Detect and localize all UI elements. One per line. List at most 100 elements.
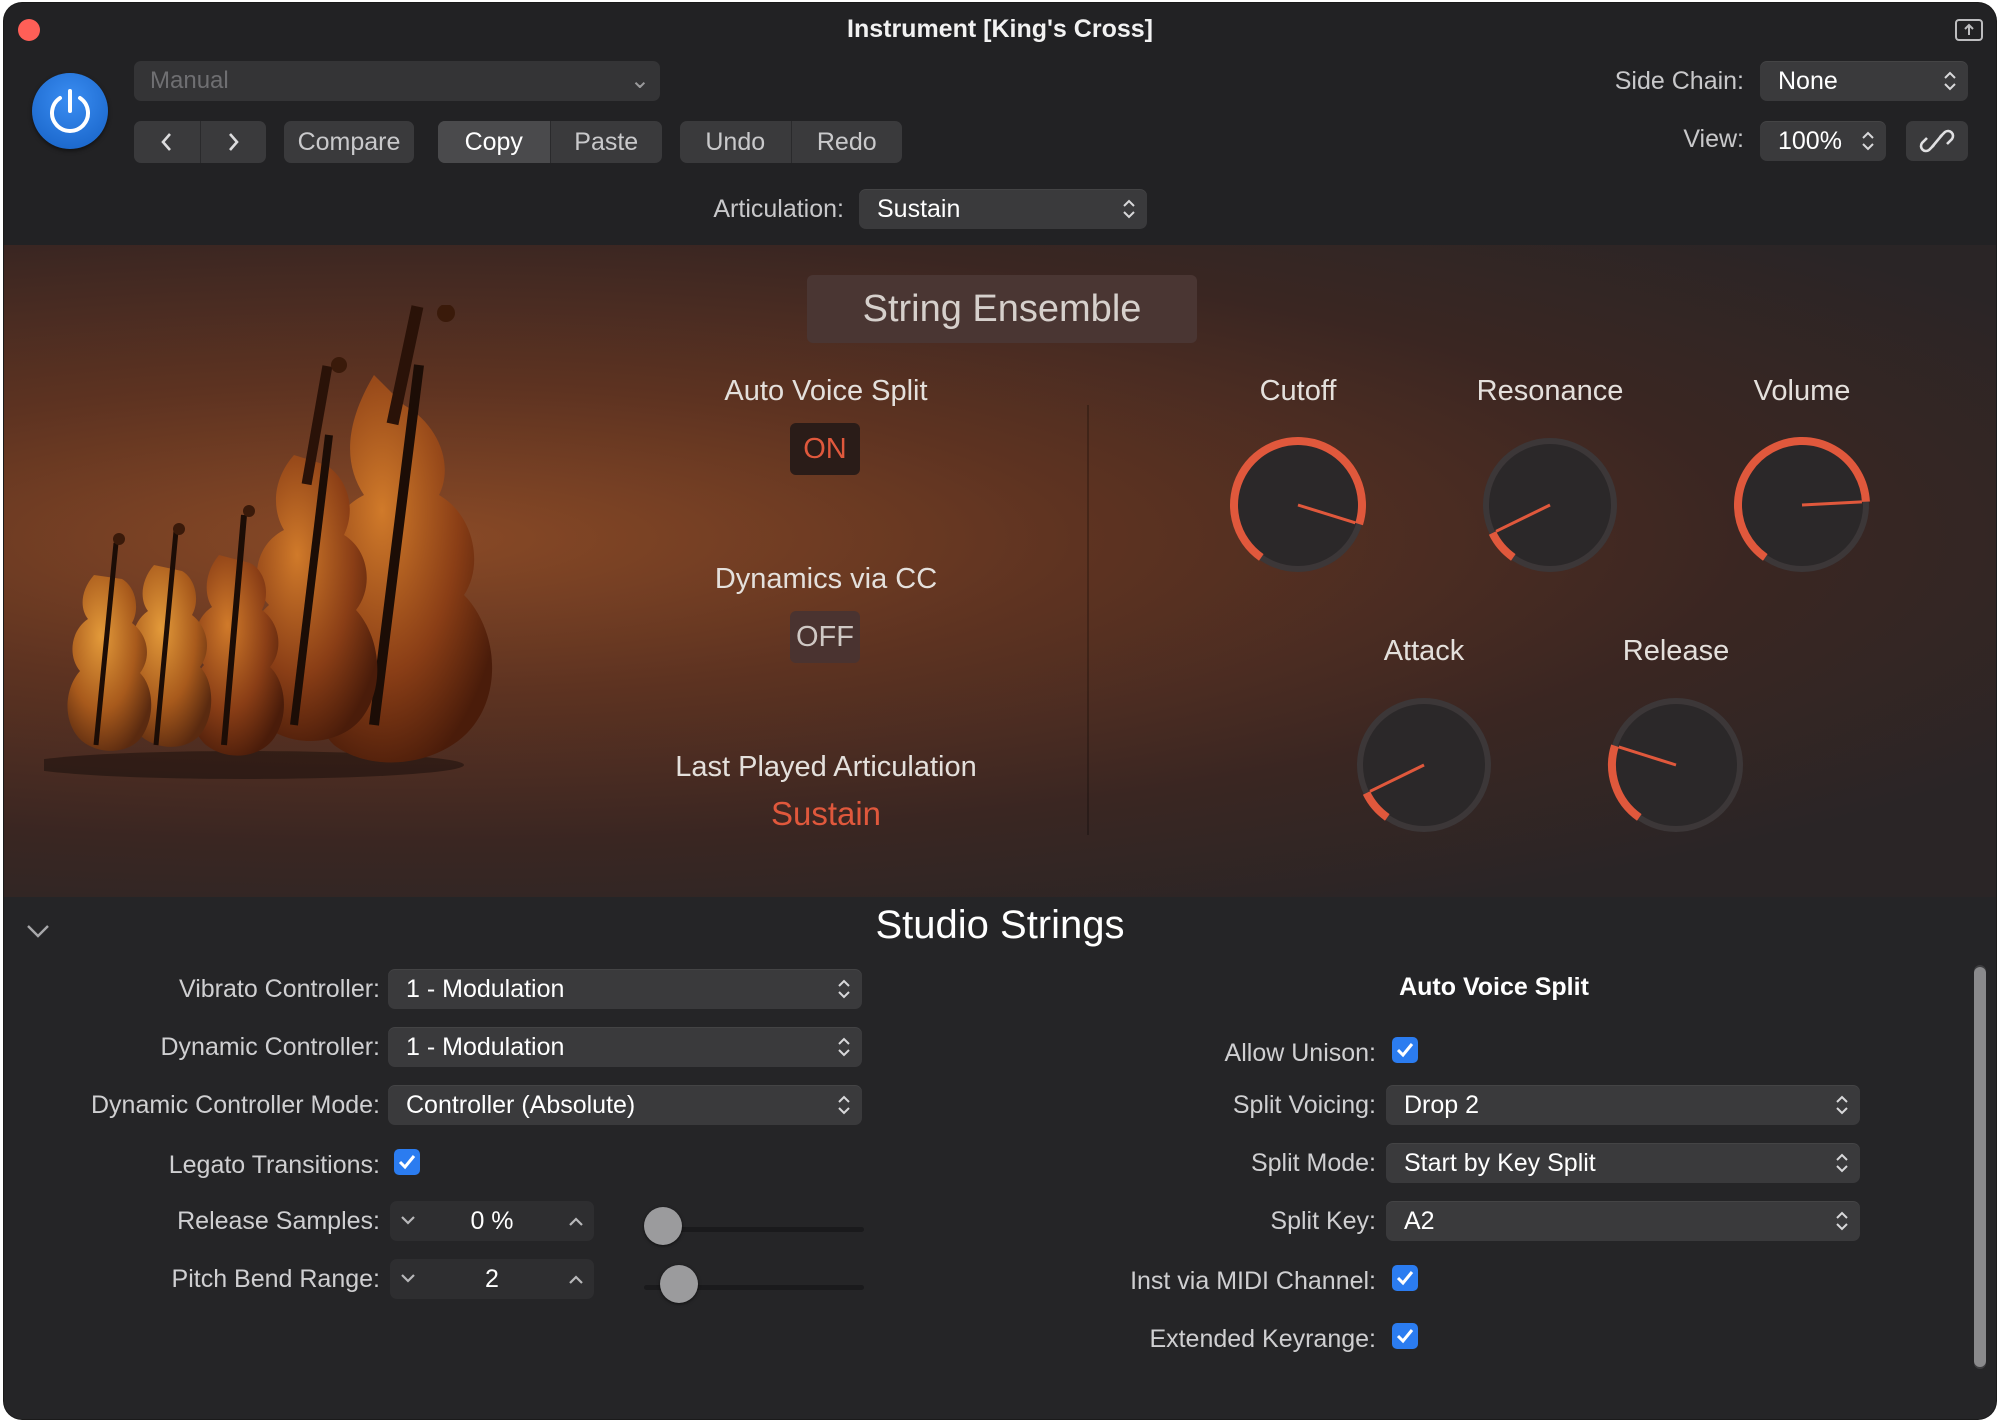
preset-nav (134, 121, 266, 163)
checkmark-icon (1396, 1271, 1414, 1286)
checkmark-icon (1396, 1043, 1414, 1058)
view-zoom-value: 100% (1778, 127, 1842, 155)
undo-button[interactable]: Undo (680, 121, 792, 163)
vibrato-controller-value: 1 - Modulation (406, 975, 565, 1003)
power-button[interactable] (32, 73, 108, 149)
split-voicing-menu[interactable]: Drop 2 (1386, 1085, 1860, 1125)
split-mode-label: Split Mode: (1250, 1149, 1376, 1177)
volume-knob[interactable] (1722, 425, 1882, 585)
split-voicing-value: Drop 2 (1404, 1091, 1480, 1119)
section-title: Studio Strings (875, 903, 1125, 947)
articulation-value: Sustain (877, 195, 961, 223)
redo-button[interactable]: Redo (792, 121, 903, 163)
split-key-value: A2 (1404, 1207, 1435, 1235)
resonance-knob[interactable] (1470, 425, 1630, 585)
auto-voice-split-toggle[interactable]: ON (790, 423, 860, 475)
chevron-up-icon[interactable] (566, 1271, 586, 1287)
link-icon (1919, 129, 1955, 153)
string-instruments-image (44, 305, 493, 779)
split-voicing-label: Split Voicing: (1232, 1091, 1376, 1119)
pitch-bend-range-value: 2 (485, 1265, 499, 1293)
inst-via-midi-channel-checkbox[interactable] (1392, 1265, 1418, 1291)
dynamic-controller-mode-label: Dynamic Controller Mode: (91, 1091, 380, 1119)
side-chain-menu[interactable]: None (1760, 61, 1968, 101)
studio-strings-settings: Studio Strings Vibrato Controller: 1 - M… (4, 897, 1996, 1419)
copy-button[interactable]: Copy (438, 121, 551, 163)
volume-label: Volume (1753, 375, 1851, 407)
dynamics-via-cc-toggle[interactable]: OFF (790, 611, 860, 663)
dynamic-controller-menu[interactable]: 1 - Modulation (388, 1027, 862, 1067)
articulation-label: Articulation: (713, 195, 844, 223)
vibrato-controller-menu[interactable]: 1 - Modulation (388, 969, 862, 1009)
chevron-up-icon[interactable] (566, 1213, 586, 1229)
split-mode-value: Start by Key Split (1404, 1149, 1596, 1177)
auto-voice-split-label: Auto Voice Split (724, 375, 928, 407)
updown-icon (1836, 1153, 1848, 1173)
auto-voice-split-section-title: Auto Voice Split (1399, 973, 1589, 1001)
window-title: Instrument [King's Cross] (847, 15, 1153, 43)
cutoff-knob[interactable] (1218, 425, 1378, 585)
side-chain-label: Side Chain: (1614, 67, 1744, 95)
updown-icon (838, 1095, 850, 1115)
instrument-panel: String Ensemble Auto Voice Split ON Dyna… (4, 245, 1996, 897)
release-knob[interactable] (1596, 685, 1756, 845)
resonance-label: Resonance (1476, 375, 1624, 407)
undo-redo-group: Undo Redo (680, 121, 902, 163)
compare-group: Compare (284, 121, 414, 163)
dynamic-controller-mode-menu[interactable]: Controller (Absolute) (388, 1085, 862, 1125)
release-samples-label: Release Samples: (177, 1207, 380, 1235)
attack-label: Attack (1383, 635, 1465, 667)
dynamic-controller-label: Dynamic Controller: (160, 1033, 380, 1061)
articulation-menu[interactable]: Sustain (859, 189, 1147, 229)
next-preset-button[interactable] (201, 121, 267, 163)
release-samples-slider-thumb[interactable] (644, 1207, 682, 1245)
pitch-bend-range-slider-thumb[interactable] (660, 1265, 699, 1303)
updown-icon (1836, 1211, 1848, 1231)
extended-keyrange-checkbox[interactable] (1392, 1323, 1418, 1349)
panel-divider (1087, 405, 1089, 835)
scrollbar-thumb[interactable] (1974, 967, 1986, 1367)
chevron-down-icon[interactable] (398, 1271, 418, 1287)
cutoff-label: Cutoff (1259, 375, 1337, 407)
release-label: Release (1622, 635, 1730, 667)
previous-preset-button[interactable] (134, 121, 201, 163)
plugin-window: Instrument [King's Cross] Manual ⌄ Compa… (4, 3, 1996, 1419)
dynamic-controller-mode-value: Controller (Absolute) (406, 1091, 636, 1119)
dynamics-via-cc-label: Dynamics via CC (714, 563, 938, 595)
link-button[interactable] (1906, 121, 1968, 161)
split-key-menu[interactable]: A2 (1386, 1201, 1860, 1241)
window-export-icon[interactable] (1954, 17, 1984, 43)
copy-paste-group: Copy Paste (438, 121, 662, 163)
pitch-bend-range-stepper[interactable]: 2 (390, 1259, 594, 1299)
legato-transitions-label: Legato Transitions: (168, 1151, 380, 1179)
chevron-right-icon (229, 133, 239, 151)
compare-button[interactable]: Compare (284, 121, 414, 163)
attack-knob[interactable] (1344, 685, 1504, 845)
release-samples-value: 0 % (470, 1207, 514, 1235)
allow-unison-label: Allow Unison: (1224, 1039, 1376, 1067)
preset-menu[interactable]: Manual ⌄ (134, 61, 660, 101)
updown-icon (1944, 71, 1956, 91)
updown-icon (838, 1037, 850, 1057)
updown-icon (1862, 131, 1874, 151)
extended-keyrange-label: Extended Keyrange: (1149, 1325, 1376, 1353)
allow-unison-checkbox[interactable] (1392, 1037, 1418, 1063)
legato-transitions-checkbox[interactable] (394, 1149, 420, 1175)
split-mode-menu[interactable]: Start by Key Split (1386, 1143, 1860, 1183)
last-played-articulation-value: Sustain (770, 795, 882, 832)
inst-via-midi-channel-label: Inst via MIDI Channel: (1130, 1267, 1376, 1295)
patch-name-display: String Ensemble (807, 275, 1197, 343)
vertical-scrollbar[interactable] (1974, 965, 1986, 1369)
view-label: View: (1683, 125, 1744, 153)
pitch-bend-range-label: Pitch Bend Range: (171, 1265, 380, 1293)
checkmark-icon (1396, 1329, 1414, 1344)
view-zoom-menu[interactable]: 100% (1760, 121, 1886, 161)
preset-label: Manual (150, 67, 229, 94)
chevron-down-icon[interactable] (398, 1213, 418, 1229)
side-chain-value: None (1778, 67, 1838, 95)
updown-icon (1123, 199, 1135, 219)
updown-icon (838, 979, 850, 999)
release-samples-stepper[interactable]: 0 % (390, 1201, 594, 1241)
dynamic-controller-value: 1 - Modulation (406, 1033, 565, 1061)
paste-button[interactable]: Paste (551, 121, 663, 163)
